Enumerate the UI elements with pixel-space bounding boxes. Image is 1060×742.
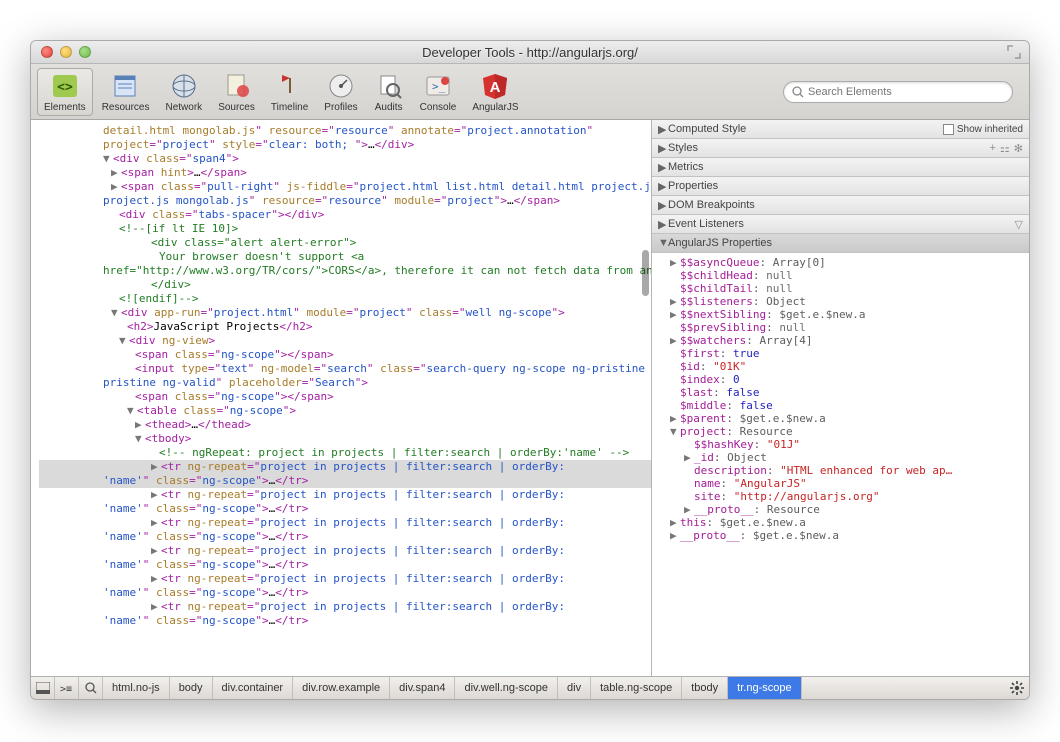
window-title: Developer Tools - http://angularjs.org/ [31,45,1029,60]
section-event-listeners[interactable]: ▶Event Listeners▽ [652,215,1029,234]
section-styles[interactable]: ▶Styles+⚏✻ [652,139,1029,158]
settings-icon[interactable] [1005,681,1029,695]
filter-icon[interactable]: ▽ [1015,218,1023,231]
tab-label: Timeline [271,102,308,113]
breadcrumb-item[interactable]: div.span4 [390,677,455,700]
angularjs-icon: A [480,71,510,101]
search-icon [792,86,804,98]
disclosure-triangle[interactable]: ▶ [151,460,161,474]
disclosure-triangle[interactable]: ▶ [151,600,161,614]
svg-text:>≡: >≡ [60,684,72,694]
tab-label: Sources [218,102,255,113]
tab-label: Profiles [324,102,357,113]
toolbar: <> Elements Resources Network Sources Ti… [31,64,1029,120]
svg-text:A: A [490,79,501,96]
breadcrumb-item[interactable]: div [558,677,591,700]
tab-elements[interactable]: <> Elements [37,68,93,116]
disclosure-triangle[interactable]: ▶ [151,572,161,586]
console-toggle-icon[interactable]: >≡ [55,677,79,700]
network-icon [169,71,199,101]
section-properties[interactable]: ▶Properties [652,177,1029,196]
gear-icon[interactable]: ✻ [1014,142,1023,155]
tab-label: Elements [44,102,86,113]
breadcrumb-item[interactable]: div.well.ng-scope [455,677,558,700]
devtools-window: Developer Tools - http://angularjs.org/ … [30,40,1030,700]
titlebar: Developer Tools - http://angularjs.org/ [31,41,1029,64]
dom-tree-panel[interactable]: detail.html mongolab.js" resource="resou… [31,120,651,676]
tab-label: AngularJS [472,102,518,113]
sources-icon [222,71,252,101]
resources-icon [111,71,141,101]
disclosure-triangle[interactable]: ▶ [135,418,145,432]
disclosure-triangle[interactable]: ▼ [119,334,129,348]
elements-icon: <> [50,71,80,101]
disclosure-triangle[interactable]: ▼ [111,306,121,320]
disclosure-triangle[interactable]: ▼ [103,152,113,166]
breadcrumb-item[interactable]: table.ng-scope [591,677,682,700]
search-elements[interactable] [783,81,1013,103]
tab-label: Console [420,102,457,113]
breadcrumb-item[interactable]: div.row.example [293,677,390,700]
state-icon[interactable]: ⚏ [1000,142,1010,155]
breadcrumb-item[interactable]: html.no-js [103,677,170,700]
svg-text:<>: <> [57,80,73,95]
section-angularjs-properties[interactable]: ▼AngularJS Properties [652,234,1029,253]
search-input[interactable] [808,86,1004,98]
breadcrumb-item[interactable]: div.container [213,677,294,700]
breadcrumb-item[interactable]: tbody [682,677,728,700]
section-metrics[interactable]: ▶Metrics [652,158,1029,177]
disclosure-triangle[interactable]: ▶ [111,166,121,180]
content-area: detail.html mongolab.js" resource="resou… [31,120,1029,676]
disclosure-triangle[interactable]: ▼ [127,404,137,418]
disclosure-triangle[interactable]: ▶ [151,516,161,530]
disclosure-triangle[interactable]: ▼ [135,432,145,446]
tab-resources[interactable]: Resources [95,68,157,116]
angularjs-properties-list[interactable]: ▶$$asyncQueue: Array[0] $$childHead: nul… [652,253,1029,676]
tab-label: Network [166,102,203,113]
show-inherited-checkbox[interactable] [943,124,954,135]
tab-sources[interactable]: Sources [211,68,262,116]
disclosure-triangle[interactable]: ▶ [151,488,161,502]
tab-profiles[interactable]: Profiles [317,68,364,116]
toolbar-tabs: <> Elements Resources Network Sources Ti… [37,68,526,116]
tab-timeline[interactable]: Timeline [264,68,315,116]
disclosure-triangle[interactable]: ▶ [151,544,161,558]
tab-angularjs[interactable]: A AngularJS [465,68,525,116]
expand-icon[interactable] [1007,45,1021,59]
breadcrumb-item-selected[interactable]: tr.ng-scope [728,677,801,700]
tab-label: Audits [375,102,403,113]
dock-icon[interactable] [31,677,55,700]
tab-network[interactable]: Network [159,68,210,116]
scrollbar-thumb[interactable] [642,250,649,296]
audits-icon [374,71,404,101]
console-icon: >_ [423,71,453,101]
tab-label: Resources [102,102,150,113]
breadcrumb-item[interactable]: body [170,677,213,700]
breadcrumb-bar: >≡ html.no-js body div.container div.row… [31,676,1029,699]
tab-audits[interactable]: Audits [367,68,411,116]
timeline-icon [275,71,305,101]
section-dom-breakpoints[interactable]: ▶DOM Breakpoints [652,196,1029,215]
inspect-icon[interactable] [79,677,103,700]
tab-console[interactable]: >_ Console [413,68,464,116]
plus-icon[interactable]: + [989,142,995,154]
profiles-icon [326,71,356,101]
disclosure-triangle[interactable]: ▶ [111,180,121,194]
section-computed-style[interactable]: ▶Computed StyleShow inherited [652,120,1029,139]
selected-dom-node[interactable]: ▶<tr ng-repeat="project in projects | fi… [39,460,651,488]
sidebar-panel: ▶Computed StyleShow inherited ▶Styles+⚏✻… [651,120,1029,676]
